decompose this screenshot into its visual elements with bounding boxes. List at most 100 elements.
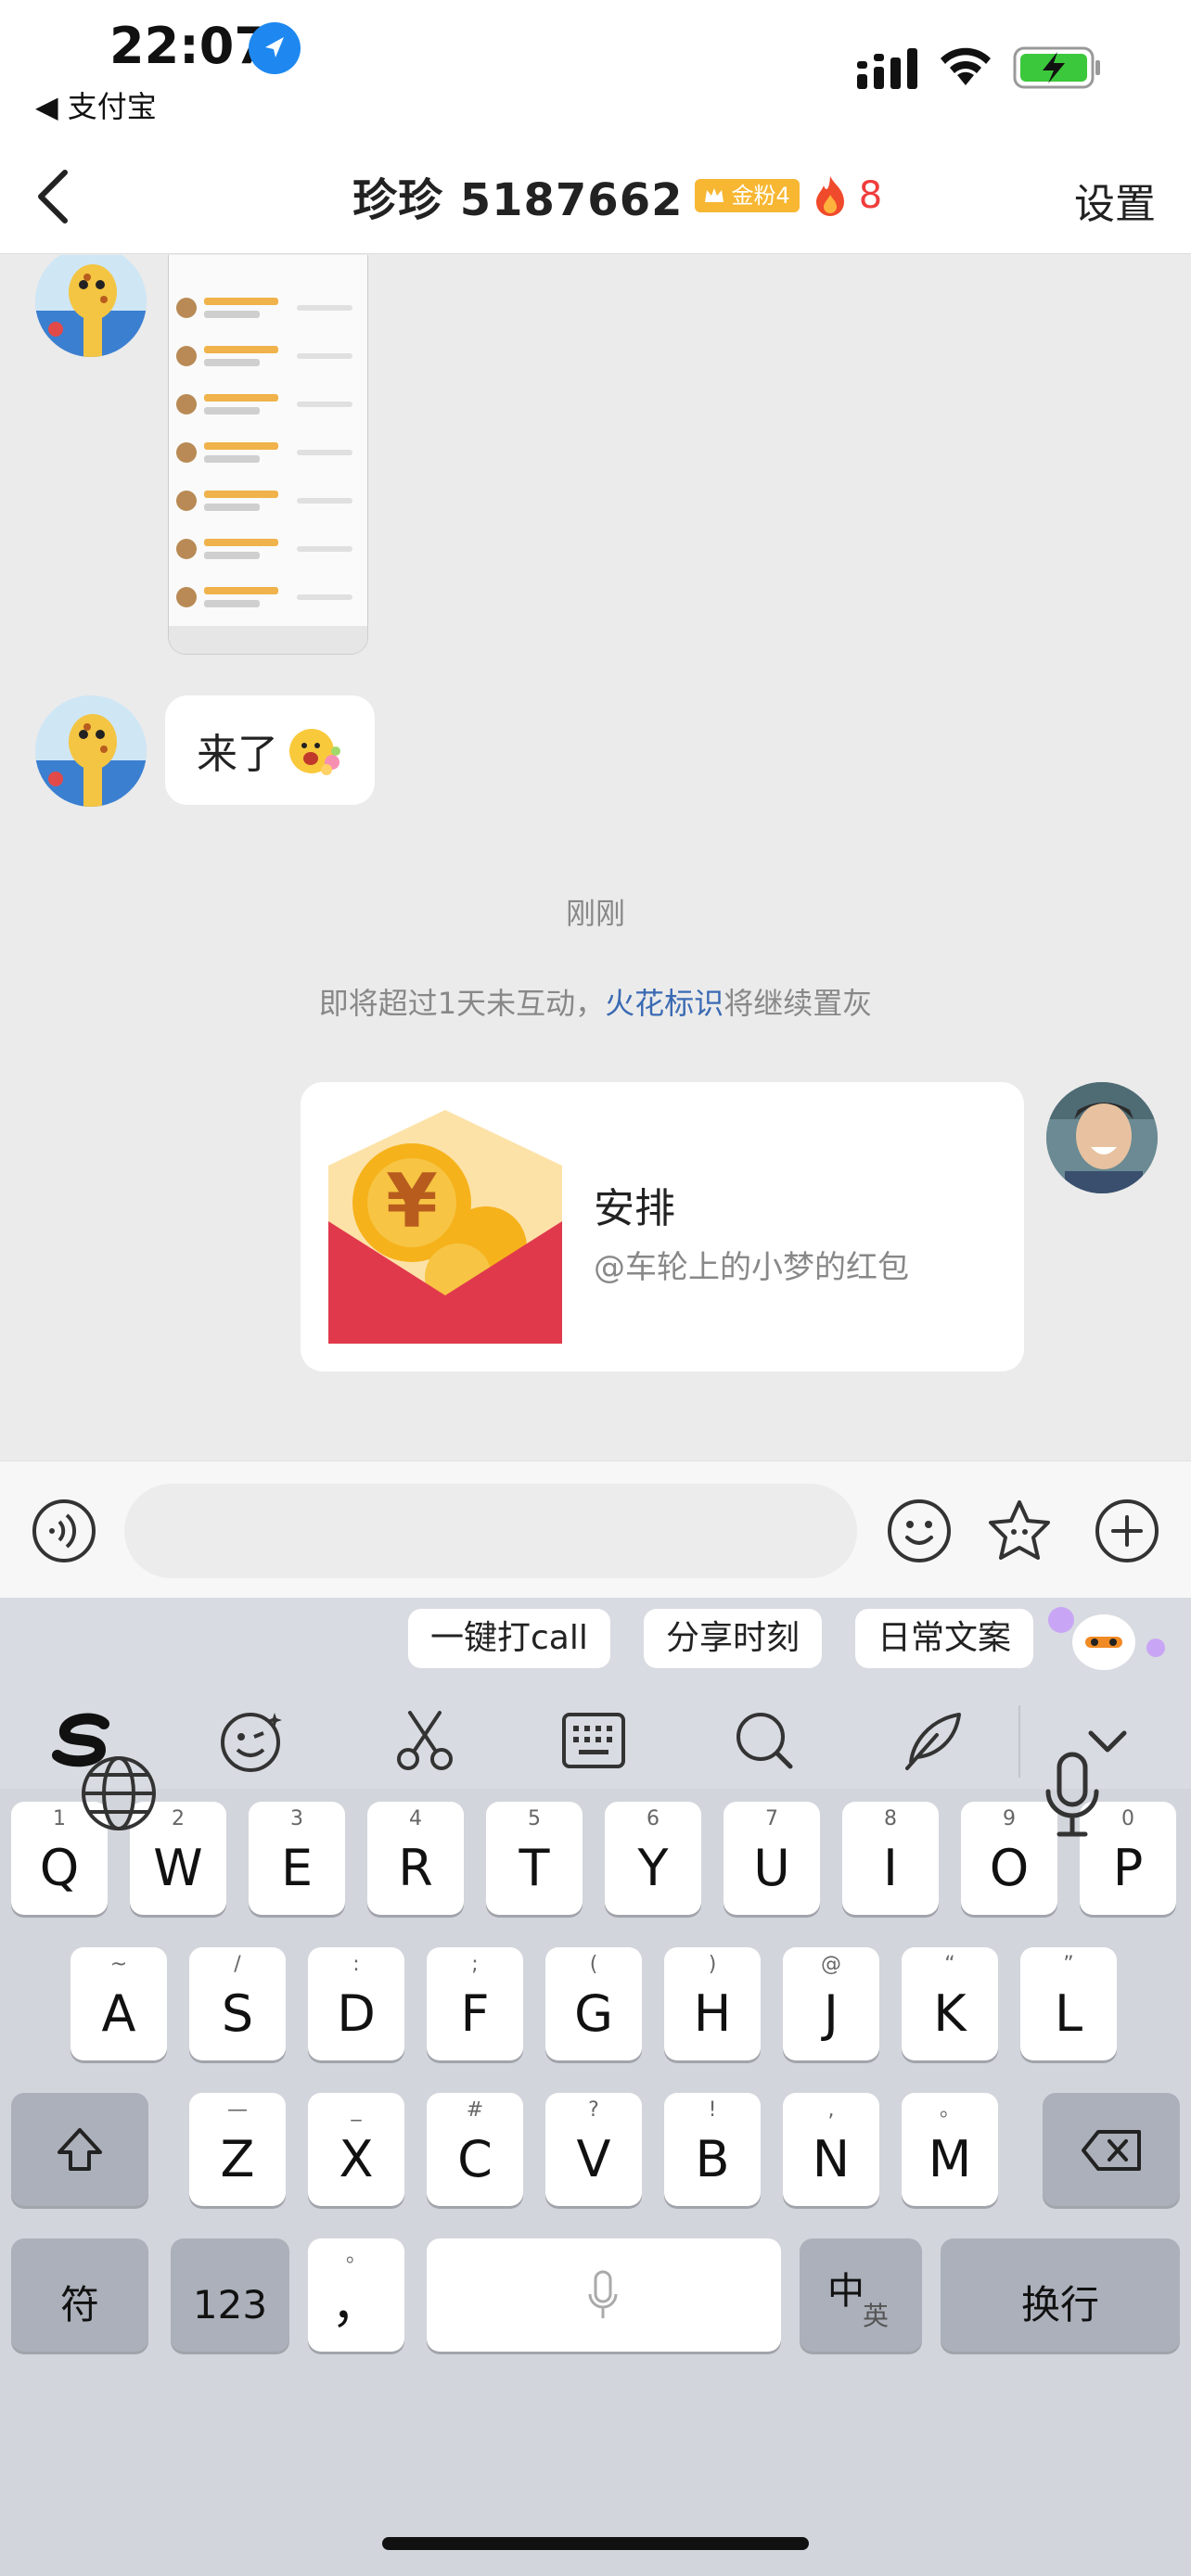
key-b[interactable]: ! B: [664, 2093, 761, 2206]
backspace-icon: [1082, 2130, 1141, 2171]
key-label: N: [812, 2130, 851, 2188]
key-sub: @: [821, 1953, 841, 1976]
key-label-en: 英: [863, 2301, 890, 2331]
key-h[interactable]: ) H: [664, 1947, 761, 2060]
shift-key[interactable]: [11, 2093, 148, 2206]
key-c[interactable]: # C: [427, 2093, 523, 2206]
pen-icon[interactable]: [900, 1707, 967, 1774]
back-to-app-link[interactable]: ◀ 支付宝: [35, 83, 157, 126]
red-packet-subtitle: @车轮上的小梦的红包: [594, 1249, 909, 1286]
key-k[interactable]: “K: [902, 1947, 998, 2060]
thumbnail-row: [176, 581, 360, 624]
keyboard-toolbar: [0, 1681, 1191, 1789]
key-label: K: [933, 1984, 967, 2043]
search-icon[interactable]: [731, 1707, 798, 1774]
key-a[interactable]: ~ A: [70, 1947, 167, 2060]
red-packet-message[interactable]: ¥ 安排 @车轮上的小梦的红包: [301, 1082, 1024, 1371]
location-arrow-icon: [249, 22, 301, 74]
language-switch-key[interactable]: 中 英: [800, 2238, 922, 2352]
settings-button[interactable]: 设置: [1074, 171, 1156, 230]
key-sub: 3: [290, 1807, 303, 1830]
key-label: M: [928, 2130, 972, 2188]
key-i[interactable]: 8I: [842, 1802, 939, 1915]
key-sub: ”: [1063, 1953, 1074, 1976]
key-sub: ,: [827, 2098, 835, 2122]
home-indicator[interactable]: [382, 2537, 809, 2550]
key-label: R: [398, 1839, 433, 1897]
shift-arrow-icon: [58, 2128, 102, 2171]
sticker-icon[interactable]: [987, 1498, 1052, 1563]
key-l[interactable]: ” L: [1020, 1947, 1117, 2060]
crown-icon: [704, 188, 724, 202]
backspace-key[interactable]: [1043, 2093, 1180, 2206]
dictation-microphone-icon[interactable]: [1043, 1751, 1102, 1840]
key-n[interactable]: ,N: [783, 2093, 879, 2206]
key-sub: ~: [109, 1953, 128, 1976]
return-key[interactable]: 换行: [941, 2238, 1180, 2352]
key-label: O: [989, 1839, 1030, 1897]
key-label: S: [221, 1984, 254, 2043]
key-sub: /: [234, 1953, 241, 1976]
key-sub: 8: [884, 1807, 897, 1830]
symbol-key[interactable]: 符: [11, 2238, 148, 2352]
key-m[interactable]: 。 M: [902, 2093, 998, 2206]
key-e[interactable]: 3E: [249, 1802, 345, 1915]
scissors-icon[interactable]: [391, 1707, 458, 1774]
chat-message-list[interactable]: 来了 刚刚 即将超过1天未互动，火花标识将继续置灰 ¥ 安排 @车轮上的小梦的红…: [0, 255, 1191, 1460]
key-d[interactable]: :D: [308, 1947, 404, 2060]
thumbnail-row: [176, 533, 360, 576]
keyboard-mascot-icon[interactable]: [1048, 1605, 1169, 1676]
contact-avatar[interactable]: [35, 695, 147, 807]
battery-charging-icon: [1013, 46, 1100, 89]
key-label: 符: [59, 2282, 99, 2327]
key-label: E: [280, 1839, 314, 1897]
key-v[interactable]: ? V: [545, 2093, 642, 2206]
key-label: Z: [220, 2130, 255, 2188]
chat-image-thumbnail[interactable]: [169, 255, 367, 654]
key-sub: 5: [528, 1807, 541, 1830]
key-u[interactable]: 7U: [724, 1802, 820, 1915]
key-s[interactable]: / S: [189, 1947, 286, 2060]
key-g[interactable]: (G: [545, 1947, 642, 2060]
fan-badge-label: 金粉4: [731, 183, 790, 209]
add-attachment-icon[interactable]: [1095, 1498, 1159, 1563]
suggestion-chip[interactable]: 日常文案: [855, 1609, 1034, 1668]
voice-input-icon[interactable]: [32, 1498, 96, 1563]
fire-badge-link[interactable]: 火花标识: [605, 986, 724, 1021]
contact-avatar[interactable]: [35, 255, 147, 357]
microphone-icon: [588, 2270, 618, 2318]
key-sub: 4: [409, 1807, 422, 1830]
my-avatar[interactable]: [1046, 1082, 1158, 1193]
key-x[interactable]: _ X: [308, 2093, 404, 2206]
message-text-input[interactable]: [124, 1484, 857, 1578]
back-chevron-icon[interactable]: [28, 161, 83, 232]
number-key[interactable]: 123: [171, 2238, 289, 2352]
key-label: H: [693, 1984, 732, 2043]
thumbnail-toolbar: [169, 626, 367, 654]
suggestion-chip[interactable]: 分享时刻: [644, 1609, 823, 1668]
space-key[interactable]: [427, 2238, 781, 2352]
emoji-icon[interactable]: [887, 1498, 952, 1563]
key-label: C: [457, 2130, 493, 2188]
key-sub: !: [708, 2098, 717, 2122]
emoji-icon[interactable]: [219, 1707, 286, 1774]
key-r[interactable]: 4R: [367, 1802, 464, 1915]
message-timestamp: 刚刚: [565, 896, 625, 931]
cellular-signal-icon: [857, 48, 917, 89]
keyboard-icon[interactable]: [560, 1707, 627, 1774]
fan-level-badge[interactable]: 金粉4: [694, 179, 800, 212]
red-packet-title: 安排: [594, 1185, 675, 1232]
globe-icon[interactable]: [80, 1754, 158, 1832]
suggestion-chip[interactable]: 一键打call: [408, 1609, 610, 1668]
key-y[interactable]: 6Y: [605, 1802, 701, 1915]
svg-text:¥: ¥: [386, 1158, 438, 1244]
key-j[interactable]: @ J: [783, 1947, 879, 2060]
punctuation-key[interactable]: 。，: [308, 2238, 404, 2352]
key-f[interactable]: ; F: [427, 1947, 523, 2060]
text-message-bubble[interactable]: 来了: [165, 695, 375, 805]
key-t[interactable]: 5T: [486, 1802, 583, 1915]
key-sub: (: [589, 1953, 598, 1976]
key-z[interactable]: — Z: [189, 2093, 286, 2206]
status-bar: 22:07 ◀ 支付宝: [0, 0, 1191, 139]
key-sub: :: [352, 1953, 360, 1976]
